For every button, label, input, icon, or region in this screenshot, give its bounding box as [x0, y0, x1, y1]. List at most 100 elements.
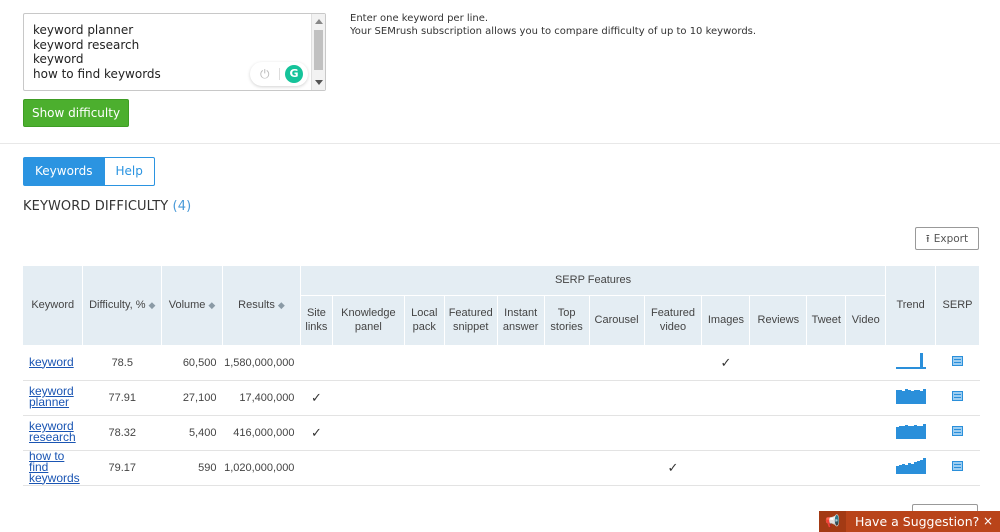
close-icon[interactable]: ×: [983, 514, 993, 528]
serp-cell: [935, 345, 980, 381]
difficulty-cell: 79.17: [82, 450, 162, 486]
serp-snapshot-icon[interactable]: [952, 391, 963, 401]
keyword-line: keyword planner: [33, 23, 134, 37]
check-icon: ✓: [701, 345, 750, 381]
serp-snapshot-icon[interactable]: [952, 426, 963, 436]
feature-cell: [332, 450, 405, 486]
feature-cell: [544, 345, 590, 381]
feature-header: Images: [701, 295, 751, 346]
keyword-link[interactable]: keyword planner: [29, 385, 74, 408]
difficulty-cell: 78.32: [82, 415, 162, 451]
feature-cell: [300, 450, 333, 486]
power-icon[interactable]: ⏻: [260, 67, 270, 82]
upload-icon: ⭱: [925, 232, 930, 245]
sort-icon[interactable]: ◆: [208, 300, 215, 310]
scroll-up-arrow-icon[interactable]: [315, 19, 323, 24]
trend-bar: [922, 367, 926, 369]
keyword-cell: keyword planner: [23, 380, 83, 416]
check-icon: ✓: [644, 450, 702, 486]
scroll-down-arrow-icon[interactable]: [315, 80, 323, 85]
trend-bar: [922, 458, 926, 474]
hint-line-2: Your SEMrush subscription allows you to …: [350, 25, 757, 37]
feature-cell: [497, 415, 545, 451]
keyword-count: (4): [172, 199, 192, 214]
col-volume[interactable]: Volume ◆: [161, 266, 223, 346]
trend-sparkline: [895, 353, 926, 369]
feature-header: Reviews: [749, 295, 808, 346]
feature-cell: [806, 380, 846, 416]
input-hint: Enter one keyword per line. Your SEMrush…: [350, 13, 756, 38]
feature-cell: [589, 345, 645, 381]
col-serp: SERP: [935, 266, 980, 346]
sort-icon[interactable]: ◆: [278, 300, 285, 310]
grammarly-logo-icon[interactable]: G: [285, 65, 303, 83]
trend-cell: [885, 345, 936, 381]
feature-cell: [497, 450, 545, 486]
feature-header: Knowledge panel: [332, 295, 405, 346]
keyword-line: keyword research: [33, 37, 140, 52]
scroll-thumb[interactable]: [314, 30, 323, 70]
export-label: Export: [933, 233, 969, 245]
check-icon: ✓: [300, 380, 333, 416]
col-results[interactable]: Results ◆: [222, 266, 301, 346]
volume-cell: 27,100: [161, 380, 223, 416]
col-difficulty[interactable]: Difficulty, % ◆: [82, 266, 163, 346]
feature-cell: [845, 345, 886, 381]
feature-cell: [845, 380, 886, 416]
feature-cell: [444, 450, 498, 486]
trend-sparkline: [895, 388, 926, 404]
keyword-difficulty-table: Keyword Difficulty, % ◆ Volume ◆ Results ◆ …: [23, 266, 980, 486]
feature-header: Carousel: [589, 295, 645, 346]
feature-header: Featured snippet: [444, 295, 498, 346]
keyword-link[interactable]: how to find keywords: [29, 450, 80, 484]
textarea-scrollbar[interactable]: [311, 14, 325, 90]
keywords-lines: keyword planner keyword research keyword…: [33, 23, 161, 81]
volume-cell: 5,400: [161, 415, 223, 451]
trend-bar: [922, 389, 926, 404]
feature-cell: [300, 345, 333, 381]
feature-cell: [497, 380, 545, 416]
feature-cell: [544, 380, 590, 416]
feature-cell: [644, 415, 702, 451]
export-button[interactable]: ⭱ Export: [915, 227, 979, 250]
serp-snapshot-icon[interactable]: [952, 461, 963, 471]
keyword-cell: keyword: [23, 345, 83, 381]
feature-cell: [701, 450, 750, 486]
feature-cell: [544, 450, 590, 486]
grammarly-separator: [279, 68, 280, 80]
serp-cell: [935, 380, 980, 416]
feature-cell: [749, 380, 807, 416]
keywords-textarea[interactable]: keyword planner keyword research keyword…: [23, 13, 326, 91]
feature-cell: [589, 450, 645, 486]
section-divider: [0, 143, 1000, 144]
feature-header: Featured video: [644, 295, 703, 346]
show-difficulty-button[interactable]: Show difficulty: [23, 99, 129, 127]
feature-cell: [444, 345, 498, 381]
tab-help[interactable]: Help: [104, 157, 155, 186]
table-row: keyword planner 77.91 27,100 17,400,000 ✓: [23, 380, 980, 416]
col-keyword: Keyword: [23, 266, 84, 346]
difficulty-cell: 77.91: [82, 380, 162, 416]
volume-cell: 590: [161, 450, 223, 486]
feature-cell: [332, 415, 405, 451]
feature-cell: [404, 450, 445, 486]
tab-keywords[interactable]: Keywords: [23, 157, 105, 186]
feature-cell: [749, 450, 807, 486]
feature-cell: [404, 345, 445, 381]
suggestion-widget[interactable]: 📢 Have a Suggestion? ×: [819, 511, 1000, 532]
keyword-link[interactable]: keyword research: [29, 420, 76, 443]
feature-cell: [644, 380, 702, 416]
feature-cell: [701, 380, 750, 416]
feature-header: Site links: [300, 295, 333, 346]
table-row: keyword 78.5 60,500 1,580,000,000 ✓: [23, 345, 980, 381]
suggestion-label[interactable]: Have a Suggestion?: [855, 514, 979, 529]
results-cell: 17,400,000: [222, 380, 301, 416]
serp-cell: [935, 450, 980, 486]
volume-cell: 60,500: [161, 345, 223, 381]
table-row: how to find keywords 79.17 590 1,020,000,000 ✓: [23, 450, 980, 486]
grammarly-widget[interactable]: ⏻ G: [250, 62, 308, 86]
keyword-link[interactable]: keyword: [29, 356, 74, 368]
serp-snapshot-icon[interactable]: [952, 356, 963, 366]
sort-icon[interactable]: ◆: [149, 300, 156, 310]
feature-header: Top stories: [544, 295, 590, 346]
